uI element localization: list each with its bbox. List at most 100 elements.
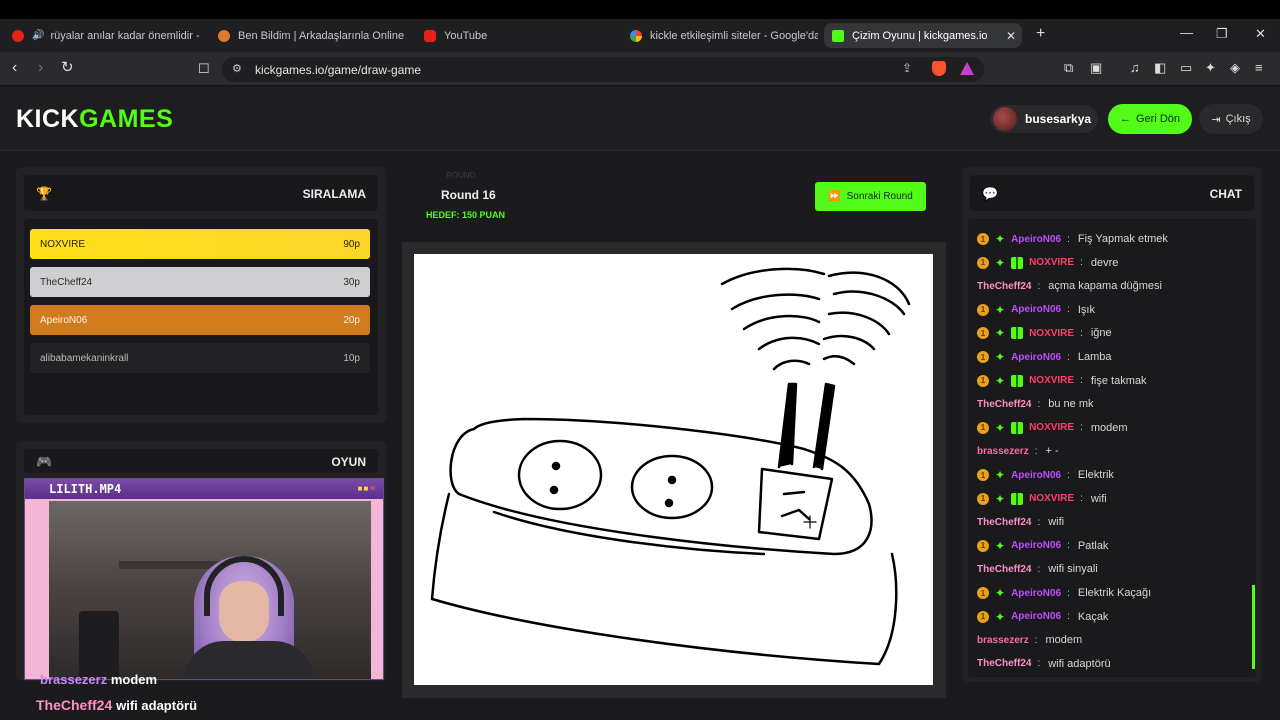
sparkle-badge-icon: ✦ xyxy=(995,420,1006,435)
close-tab-icon[interactable]: ✕ xyxy=(1006,29,1016,43)
chat-username[interactable]: TheCheff24 xyxy=(977,517,1031,528)
chat-separator: : xyxy=(1067,469,1070,481)
forward-icon[interactable]: › xyxy=(38,60,43,76)
bookmark-icon[interactable]: ☐ xyxy=(198,61,210,77)
chat-username[interactable]: ApeiroN06 xyxy=(1011,470,1061,481)
chat-username[interactable]: NOXVIRE xyxy=(1029,375,1074,386)
back-button[interactable]: ← Geri Dön xyxy=(1108,104,1192,134)
logout-button[interactable]: ⇥ Çıkış xyxy=(1199,104,1263,134)
sparkle-badge-icon: ✦ xyxy=(995,586,1006,600)
chat-text: wifi sinyali xyxy=(1048,563,1098,576)
chat-message: 1 ✦ NOXVIRE: iğne xyxy=(977,324,1112,342)
logout-button-label: Çıkış xyxy=(1225,113,1251,125)
chat-scrollbar-thumb[interactable] xyxy=(1252,585,1255,669)
wifi-waves-right xyxy=(822,271,911,366)
tab-3[interactable]: YouTube xyxy=(416,23,612,48)
user-profile-pill[interactable]: busesarkya xyxy=(990,105,1098,133)
gift-badge-icon xyxy=(1011,256,1024,269)
new-tab-icon[interactable]: + xyxy=(1036,25,1045,43)
chat-text: Patlak xyxy=(1077,539,1109,552)
site-info-icon[interactable]: ⚙ xyxy=(232,62,242,75)
rank-score: 90p xyxy=(343,238,360,250)
next-round-button[interactable]: ⏩ Sonraki Round xyxy=(815,182,926,211)
coin-badge-icon: 1 xyxy=(977,303,989,316)
chat-username[interactable]: TheCheff24 xyxy=(977,564,1031,575)
coin-badge-icon: 1 xyxy=(977,539,989,552)
chat-username[interactable]: brassezerz xyxy=(977,446,1029,457)
extensions-icon[interactable]: ⧉ xyxy=(1064,61,1073,75)
tab-5-active[interactable]: Çizim Oyunu | kickgames.io ✕ xyxy=(824,23,1022,48)
kickgames-logo[interactable]: KICKGAMES xyxy=(16,105,173,134)
music-icon[interactable]: ♫ xyxy=(1130,61,1140,75)
tab-1[interactable]: 🔊 rüyalar anılar kadar önemlidir - Yo xyxy=(4,23,200,48)
chat-separator: : xyxy=(1080,493,1083,505)
chat-title: CHAT xyxy=(1209,187,1242,201)
chat-username[interactable]: TheCheff24 xyxy=(977,281,1031,292)
chat-message: 1 ✦ ApeiroN06: Elektrik Kaçağı xyxy=(977,584,1151,602)
window-buttons-icon: ■■✕ xyxy=(357,484,377,493)
drawing-canvas[interactable] xyxy=(414,254,933,685)
menu-icon[interactable]: ≡ xyxy=(1255,61,1263,75)
screenshot-icon[interactable]: ▣ xyxy=(1090,61,1102,75)
vpn-icon[interactable]: ◈ xyxy=(1230,61,1240,75)
webcam-video xyxy=(49,501,371,679)
chat-separator: : xyxy=(1080,422,1083,434)
maximize-icon[interactable]: ❐ xyxy=(1216,26,1228,42)
chat-username[interactable]: ApeiroN06 xyxy=(1011,234,1061,245)
wallet-icon[interactable]: ▭ xyxy=(1180,61,1192,75)
chat-username[interactable]: NOXVIRE xyxy=(1029,493,1074,504)
coin-badge-icon: 1 xyxy=(977,587,989,599)
logo-part-2: GAMES xyxy=(79,105,174,133)
chat-message: TheCheff24: bu ne mk xyxy=(977,395,1093,413)
share-icon[interactable]: ⇪ xyxy=(902,61,912,75)
sidebar-icon[interactable]: ◧ xyxy=(1154,61,1166,75)
chat-username[interactable]: TheCheff24 xyxy=(977,658,1031,669)
reload-icon[interactable]: ↻ xyxy=(61,60,74,76)
coin-badge-icon: 1 xyxy=(977,610,989,623)
address-bar-row: ‹ › ↻ ☐ ⚙ kickgames.io/game/draw-game ⇪ … xyxy=(0,52,1280,86)
chat-message: 1 ✦ ApeiroN06: Elektrik xyxy=(977,466,1114,484)
rewards-icon[interactable] xyxy=(960,62,974,75)
chat-message: brassezerz: + - xyxy=(977,442,1059,460)
round-ghost-label: ROUND xyxy=(446,171,476,180)
logout-icon: ⇥ xyxy=(1211,113,1221,126)
leo-icon[interactable]: ✦ xyxy=(1205,61,1216,75)
coin-badge-icon: 1 xyxy=(977,492,989,505)
coin-badge-icon: 1 xyxy=(977,351,989,363)
chat-text: Elektrik xyxy=(1077,469,1114,481)
sparkle-badge-icon: ✦ xyxy=(995,326,1006,341)
chat-username[interactable]: NOXVIRE xyxy=(1029,422,1074,433)
leaderboard-title: SIRALAMA xyxy=(302,187,366,201)
chat-message: TheCheff24: wifi adaptörü xyxy=(977,655,1111,673)
person-body xyxy=(184,641,314,679)
game-panel-title: OYUN xyxy=(331,455,366,469)
url-field[interactable]: ⚙ kickgames.io/game/draw-game ⇪ xyxy=(222,57,984,82)
webcam-overlay: LILITH.MP4 ■■✕ xyxy=(24,478,384,680)
close-window-icon[interactable]: ✕ xyxy=(1255,26,1266,42)
minimize-icon[interactable]: — xyxy=(1180,25,1193,40)
rank-row-4: alibabamekaninkrall 10p xyxy=(30,343,370,373)
chat-username[interactable]: ApeiroN06 xyxy=(1011,540,1061,551)
tab-label: rüyalar anılar kadar önemlidir - Yo xyxy=(50,29,200,42)
webcam-title: LILITH.MP4 xyxy=(25,479,383,499)
speaker-icon[interactable]: 🔊 xyxy=(32,30,44,41)
chat-username[interactable]: ApeiroN06 xyxy=(1011,304,1061,315)
chat-username[interactable]: brassezerz xyxy=(977,635,1029,646)
chat-username[interactable]: NOXVIRE xyxy=(1029,257,1074,268)
back-icon[interactable]: ‹ xyxy=(12,60,17,76)
tab-2[interactable]: Ben Bildim | Arkadaşlarınla Online Bil xyxy=(210,23,406,48)
antenna-1 xyxy=(777,382,798,469)
chat-username[interactable]: ApeiroN06 xyxy=(1011,352,1061,363)
brave-shield-icon[interactable] xyxy=(932,61,946,76)
chat-separator: : xyxy=(1037,563,1041,575)
chat-username[interactable]: ApeiroN06 xyxy=(1011,611,1061,622)
chat-username[interactable]: NOXVIRE xyxy=(1029,328,1074,339)
tab-4[interactable]: kickle etkileşimli siteler - Google'da A xyxy=(622,23,818,48)
chat-separator: : xyxy=(1067,587,1070,599)
chat-username[interactable]: TheCheff24 xyxy=(977,399,1031,410)
gift-badge-icon xyxy=(1011,421,1024,434)
tab-label: YouTube xyxy=(444,29,488,42)
chat-username[interactable]: ApeiroN06 xyxy=(1011,588,1061,599)
tab-label: Çizim Oyunu | kickgames.io xyxy=(852,29,988,42)
game-panel-header: 🎮 OYUN xyxy=(24,449,378,473)
